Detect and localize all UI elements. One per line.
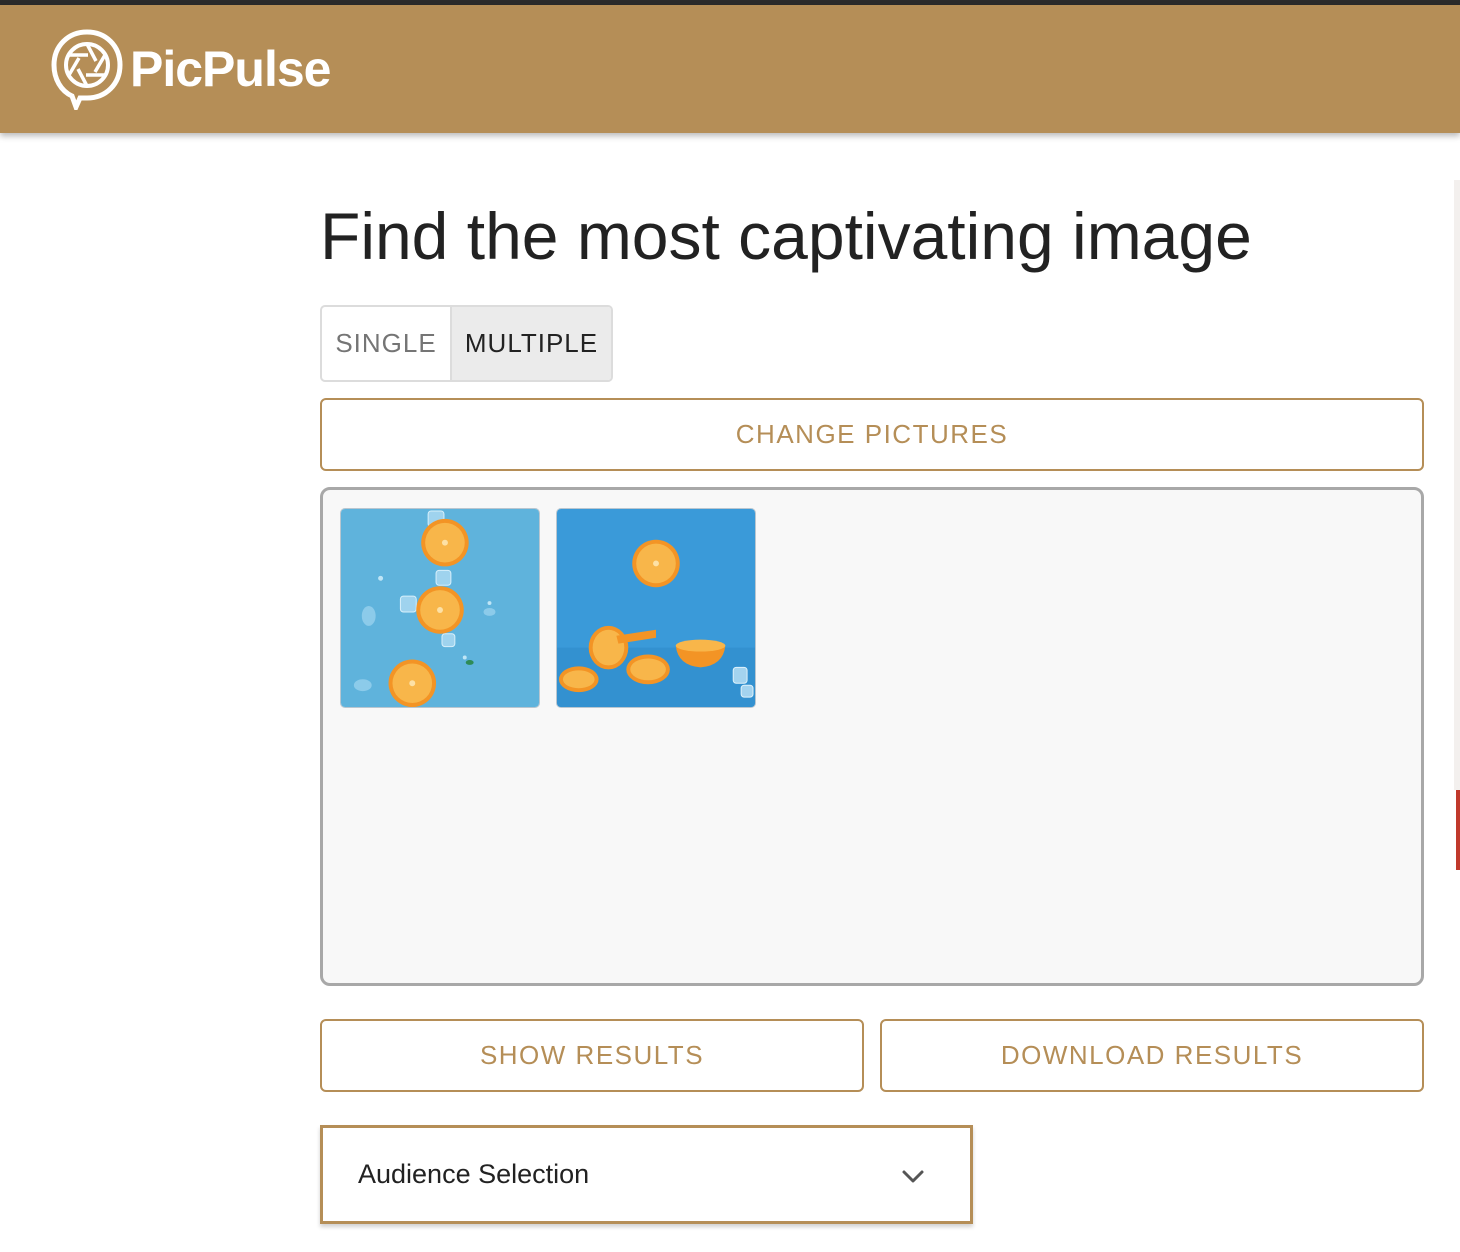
brand-logo[interactable]: PicPulse — [50, 28, 331, 110]
mode-toggle: SINGLE MULTIPLE — [320, 305, 613, 382]
orange-slices-image — [341, 509, 539, 707]
page-title: Find the most captivating image — [320, 199, 1252, 273]
show-results-button[interactable]: SHOW RESULTS — [320, 1019, 864, 1092]
adjacent-panel-accent — [1456, 790, 1460, 870]
adjacent-panel-edge — [1454, 180, 1460, 790]
chevron-down-icon — [902, 1170, 924, 1183]
app-bar: PicPulse — [0, 5, 1460, 133]
falling-oranges-image — [557, 509, 755, 707]
image-thumbnail[interactable] — [340, 508, 540, 708]
brand-name: PicPulse — [130, 41, 331, 97]
change-pictures-button[interactable]: CHANGE PICTURES — [320, 398, 1424, 471]
camera-shutter-speech-bubble-icon — [51, 29, 123, 110]
toggle-multiple-button[interactable]: MULTIPLE — [452, 307, 611, 380]
download-results-button[interactable]: DOWNLOAD RESULTS — [880, 1019, 1424, 1092]
audience-selection-dropdown[interactable]: Audience Selection — [320, 1125, 973, 1224]
toggle-single-button[interactable]: SINGLE — [322, 307, 452, 380]
image-thumbnail[interactable] — [556, 508, 756, 708]
audience-selection-label: Audience Selection — [358, 1159, 590, 1189]
image-dropzone[interactable] — [320, 487, 1424, 986]
